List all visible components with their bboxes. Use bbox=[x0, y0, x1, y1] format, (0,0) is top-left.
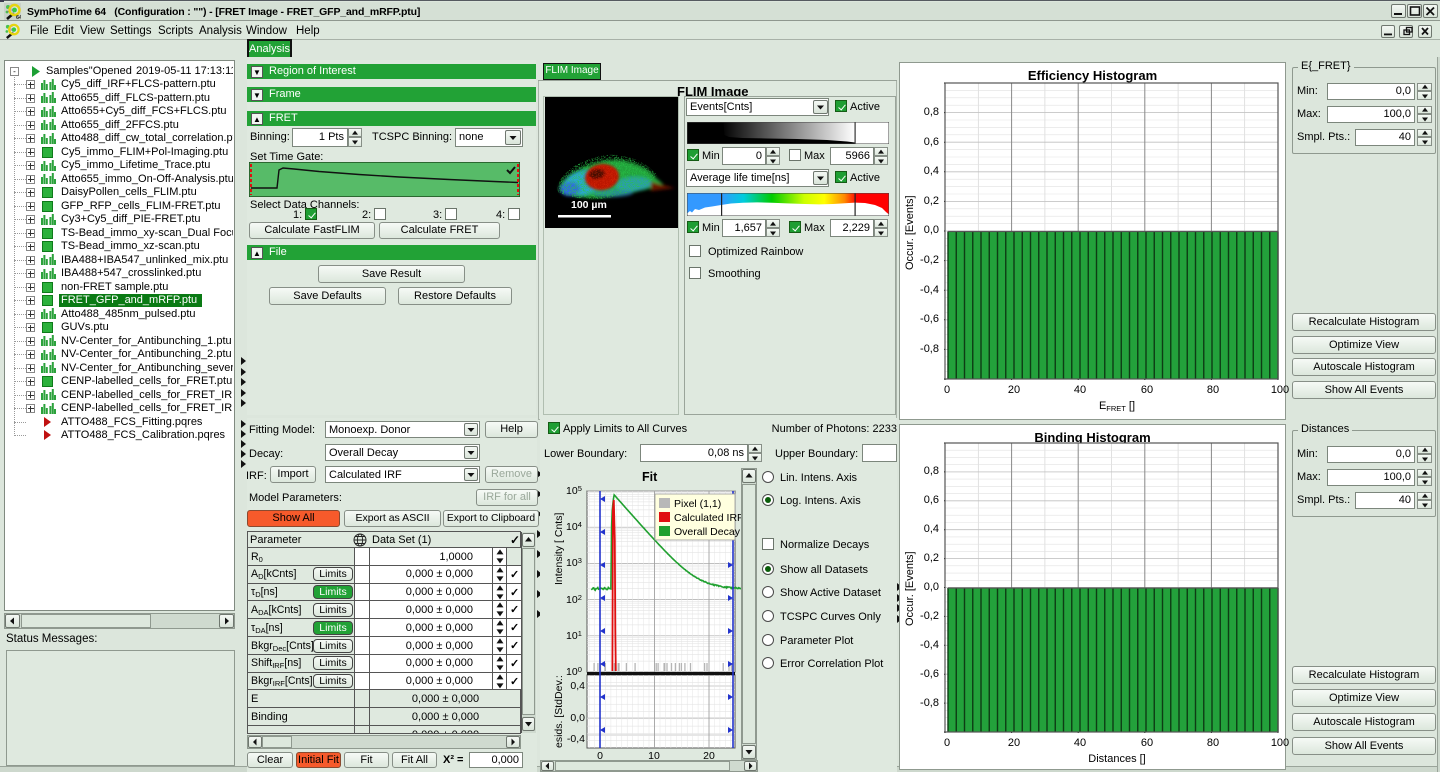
svg-text:64: 64 bbox=[16, 15, 21, 20]
svg-text:Pixel (1,1): Pixel (1,1) bbox=[674, 498, 721, 510]
svg-text:100 µm: 100 µm bbox=[571, 199, 607, 211]
svg-text:Overall Decay: Overall Decay bbox=[674, 526, 741, 538]
svg-text:Calculated IRF: Calculated IRF bbox=[674, 512, 743, 524]
